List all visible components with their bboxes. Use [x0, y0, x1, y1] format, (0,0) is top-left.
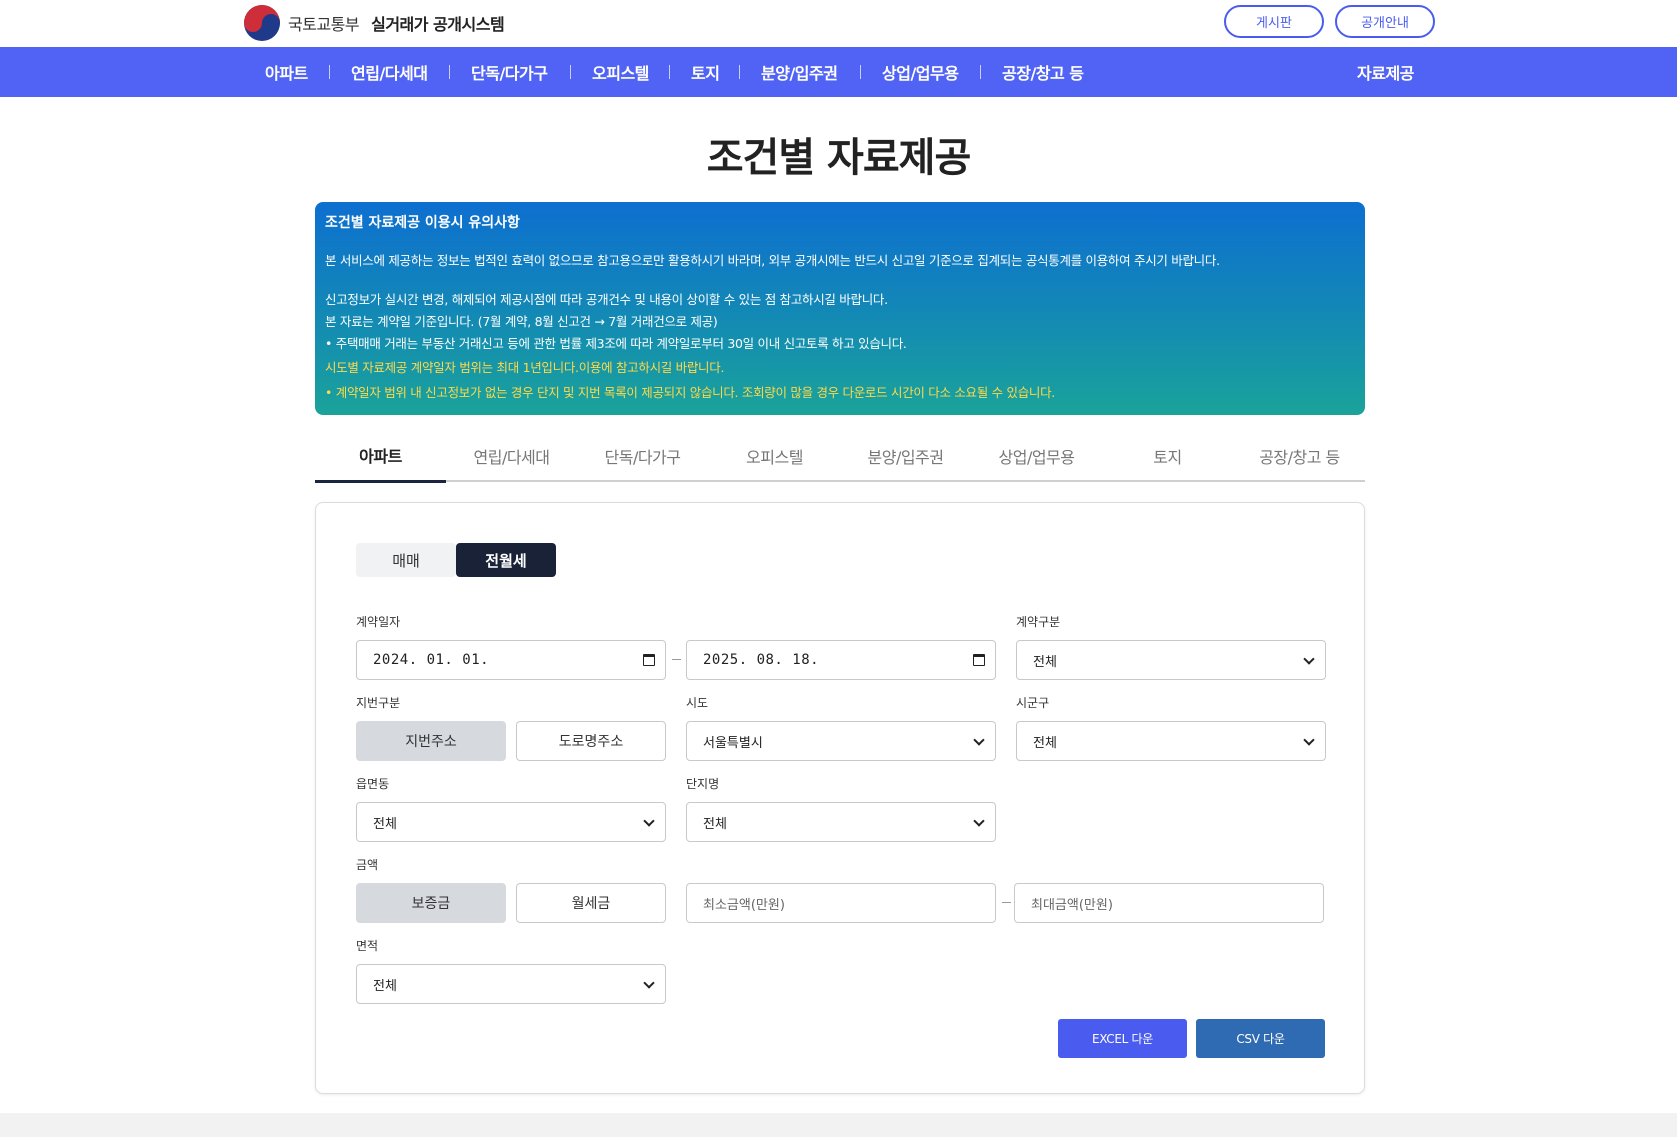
nav-item-detached[interactable]: 단독/다가구	[471, 47, 548, 97]
notice-title: 조건별 자료제공 이용시 유의사항	[325, 215, 520, 231]
complex-select[interactable]: 전체	[686, 802, 996, 842]
complex-value: 전체	[703, 816, 727, 832]
nav-item-officetel[interactable]: 오피스텔	[592, 47, 649, 97]
nav-item-apartment[interactable]: 아파트	[265, 47, 308, 97]
area-value: 전체	[373, 978, 397, 994]
notice-line: 본 서비스에 제공하는 정보는 법적인 효력이 없으므로 참고용으로만 활용하시…	[325, 253, 1220, 268]
chevron-down-icon	[973, 815, 985, 827]
board-button[interactable]: 게시판	[1224, 5, 1324, 38]
range-dash	[672, 659, 681, 660]
disclosure-guide-button[interactable]: 공개안내	[1335, 5, 1435, 38]
lot-type-label: 지번구분	[356, 696, 401, 710]
tab-row-house[interactable]: 연립/다세대	[446, 430, 577, 482]
sale-toggle[interactable]: 매매	[356, 543, 456, 577]
notice-line: • 주택매매 거래는 부동산 거래신고 등에 관한 법률 제3조에 따라 계약일…	[325, 336, 907, 351]
chevron-down-icon	[1303, 734, 1315, 746]
ministry-name: 국토교통부	[288, 15, 360, 34]
excel-download-button[interactable]: EXCEL 다운	[1058, 1019, 1187, 1058]
chevron-down-icon	[1303, 653, 1315, 665]
chevron-down-icon	[643, 977, 655, 989]
max-amount-input[interactable]: 최대금액(만원)	[1014, 883, 1324, 923]
tab-land[interactable]: 토지	[1102, 430, 1233, 482]
contract-type-label: 계약구분	[1016, 615, 1061, 629]
lot-address-toggle[interactable]: 지번주소	[356, 721, 506, 761]
tab-presale[interactable]: 분양/입주권	[840, 430, 971, 482]
notice-line-highlight: • 계약일자 범위 내 신고정보가 없는 경우 단지 및 지번 목록이 제공되지…	[325, 385, 1055, 400]
max-amount-placeholder: 최대금액(만원)	[1031, 897, 1113, 913]
complex-label: 단지명	[686, 777, 720, 791]
rent-toggle[interactable]: 전월세	[456, 543, 556, 577]
notice-line: 본 자료는 계약일 기준입니다. (7월 계약, 8월 신고건 → 7월 거래건…	[325, 314, 718, 329]
tab-detached[interactable]: 단독/다가구	[577, 430, 708, 482]
search-form-card: 매매 전월세 계약일자 2024. 01. 01. 2025. 08. 18. …	[315, 502, 1365, 1094]
calendar-icon[interactable]	[973, 654, 985, 666]
date-from-value: 2024. 01. 01.	[373, 652, 490, 668]
nav-item-land[interactable]: 토지	[691, 47, 720, 97]
tab-apartment[interactable]: 아파트	[315, 430, 446, 483]
taegeuk-emblem-icon	[244, 5, 280, 41]
main-nav: 아파트 연립/다세대 단독/다가구 오피스텔 토지 분양/입주권 상업/업무용 …	[0, 47, 1677, 97]
nav-item-commercial[interactable]: 상업/업무용	[882, 47, 959, 97]
logo[interactable]: 국토교통부 실거래가 공개시스템	[244, 4, 505, 42]
nav-item-row-house[interactable]: 연립/다세대	[351, 47, 428, 97]
calendar-icon[interactable]	[643, 654, 655, 666]
contract-date-label: 계약일자	[356, 615, 401, 629]
nav-item-factory[interactable]: 공장/창고 등	[1002, 47, 1084, 97]
road-address-toggle[interactable]: 도로명주소	[516, 721, 666, 761]
page-title: 조건별 자료제공	[706, 135, 972, 181]
amount-label: 금액	[356, 858, 379, 872]
tab-factory[interactable]: 공장/창고 등	[1234, 430, 1365, 482]
area-select[interactable]: 전체	[356, 964, 666, 1004]
dong-value: 전체	[373, 816, 397, 832]
sido-label: 시도	[686, 696, 709, 710]
tab-officetel[interactable]: 오피스텔	[709, 430, 840, 482]
tab-commercial[interactable]: 상업/업무용	[971, 430, 1102, 482]
date-to-input[interactable]: 2025. 08. 18.	[686, 640, 996, 680]
sigungu-label: 시군구	[1016, 696, 1050, 710]
sido-value: 서울특별시	[703, 735, 763, 751]
deposit-toggle[interactable]: 보증금	[356, 883, 506, 923]
property-type-tabs: 아파트 연립/다세대 단독/다가구 오피스텔 분양/입주권 상업/업무용 토지 …	[315, 430, 1365, 483]
nav-item-presale[interactable]: 분양/입주권	[761, 47, 838, 97]
notice-line: 신고정보가 실시간 변경, 해제되어 제공시점에 따라 공개건수 및 내용이 상…	[325, 292, 888, 307]
date-from-input[interactable]: 2024. 01. 01.	[356, 640, 666, 680]
date-to-value: 2025. 08. 18.	[703, 652, 820, 668]
range-dash	[1002, 902, 1011, 903]
top-bar: 국토교통부 실거래가 공개시스템 게시판 공개안내	[0, 0, 1677, 47]
chevron-down-icon	[643, 815, 655, 827]
monthly-rent-toggle[interactable]: 월세금	[516, 883, 666, 923]
contract-type-value: 전체	[1033, 654, 1057, 670]
system-name: 실거래가 공개시스템	[371, 15, 505, 34]
sigungu-value: 전체	[1033, 735, 1057, 751]
csv-download-button[interactable]: CSV 다운	[1196, 1019, 1325, 1058]
footer-strip	[0, 1113, 1677, 1137]
nav-item-data-provision[interactable]: 자료제공	[1357, 47, 1414, 97]
notice-line-highlight: 시도별 자료제공 계약일자 범위는 최대 1년입니다.이용에 참고하시길 바랍니…	[325, 360, 725, 375]
contract-type-select[interactable]: 전체	[1016, 640, 1326, 680]
min-amount-input[interactable]: 최소금액(만원)	[686, 883, 996, 923]
notice-box: 조건별 자료제공 이용시 유의사항 본 서비스에 제공하는 정보는 법적인 효력…	[315, 202, 1365, 415]
area-label: 면적	[356, 939, 379, 953]
dong-select[interactable]: 전체	[356, 802, 666, 842]
sigungu-select[interactable]: 전체	[1016, 721, 1326, 761]
min-amount-placeholder: 최소금액(만원)	[703, 897, 785, 913]
sido-select[interactable]: 서울특별시	[686, 721, 996, 761]
dong-label: 읍면동	[356, 777, 390, 791]
chevron-down-icon	[973, 734, 985, 746]
